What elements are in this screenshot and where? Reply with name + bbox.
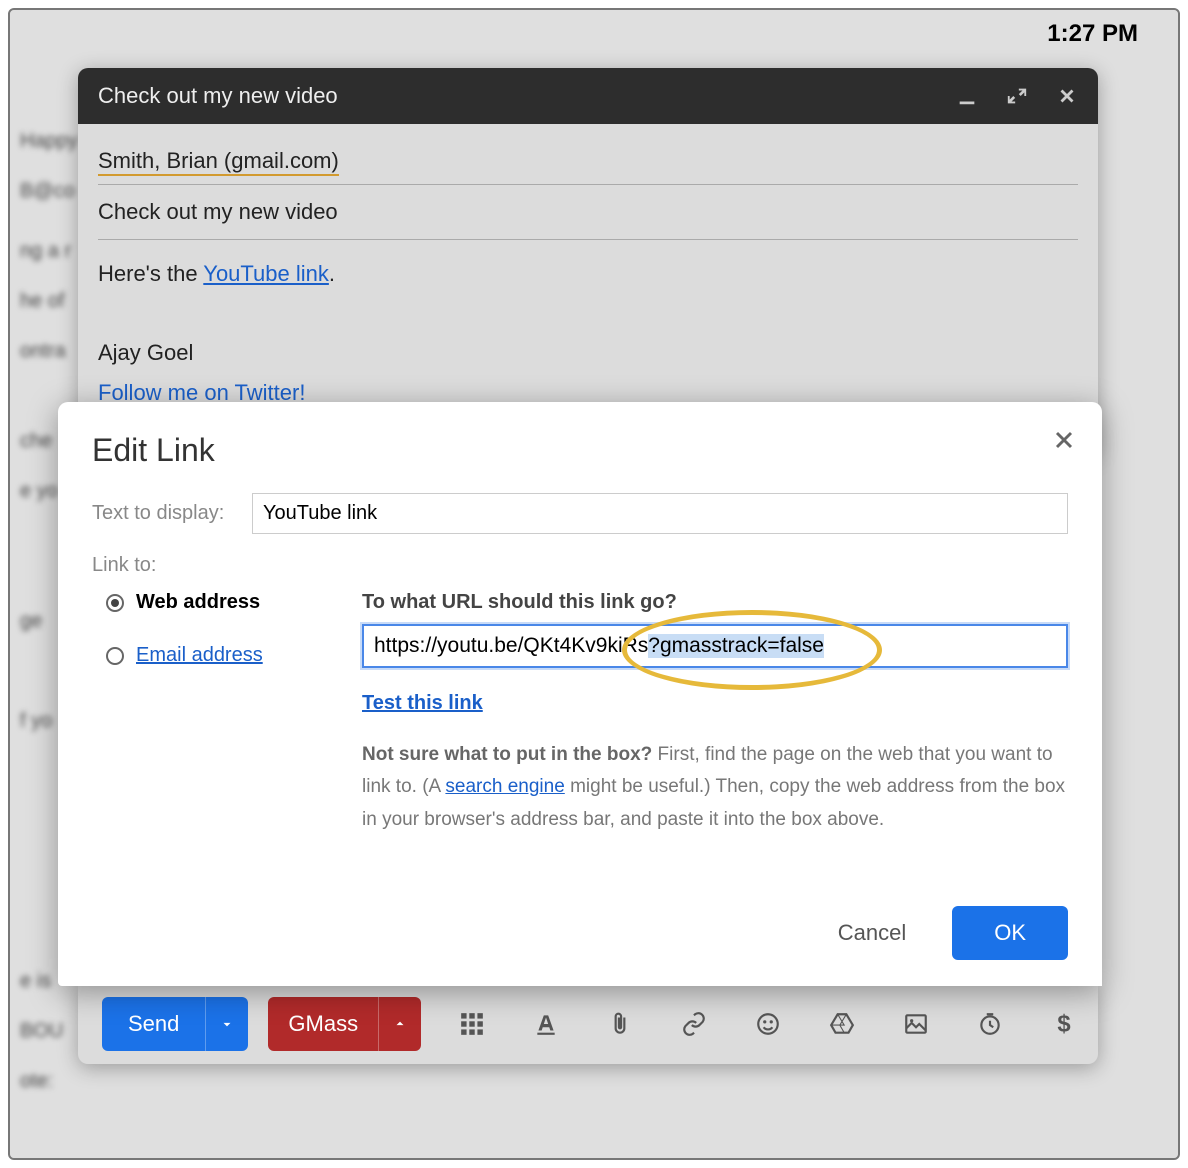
attachment-icon[interactable] — [607, 1011, 633, 1037]
signature-name: Ajay Goel — [98, 340, 193, 365]
gmass-button[interactable]: GMass — [268, 997, 378, 1051]
radio-web-label: Web address — [136, 591, 260, 614]
drive-icon[interactable] — [829, 1011, 855, 1037]
emoji-icon[interactable] — [755, 1011, 781, 1037]
app-frame: Happy B@co ng a r he of ontra che e yo g… — [8, 8, 1180, 1160]
subject-field[interactable]: Check out my new video — [98, 185, 1078, 240]
text-to-display-input[interactable] — [252, 493, 1068, 534]
radio-email-address[interactable]: Email address — [92, 644, 362, 667]
dialog-title: Edit Link — [92, 432, 1068, 469]
send-button-group: Send — [102, 997, 248, 1051]
radio-icon — [106, 647, 124, 665]
text-to-display-label: Text to display: — [92, 502, 252, 525]
radio-email-label: Email address — [136, 644, 263, 667]
radio-web-address[interactable]: Web address — [92, 591, 362, 614]
url-input[interactable] — [362, 624, 1068, 668]
bg-text: che — [20, 430, 52, 453]
bg-text: he of — [20, 290, 64, 313]
bg-text: ote: — [20, 1070, 53, 1093]
gmass-more-button[interactable] — [378, 997, 421, 1051]
bg-text: B@co — [20, 180, 75, 203]
format-text-icon[interactable] — [533, 1011, 559, 1037]
edit-link-dialog: Edit Link Text to display: Link to: Web … — [58, 402, 1102, 986]
close-icon[interactable] — [1050, 426, 1078, 454]
to-field[interactable]: Smith, Brian (gmail.com) — [98, 138, 1078, 185]
cancel-button[interactable]: Cancel — [820, 910, 924, 956]
body-text: . — [329, 261, 335, 286]
dollar-icon[interactable]: $ — [1051, 1011, 1077, 1037]
link-icon[interactable] — [681, 1011, 707, 1037]
bg-text: BOU — [20, 1020, 63, 1043]
image-icon[interactable] — [903, 1011, 929, 1037]
bg-text: ng a r — [20, 240, 71, 263]
minimize-icon[interactable] — [956, 85, 978, 107]
body-text: Here's the — [98, 261, 203, 286]
bg-text: ontra — [20, 340, 66, 363]
test-this-link[interactable]: Test this link — [362, 692, 483, 715]
compose-window: Check out my new video Smith, Brian (gma… — [78, 68, 1098, 456]
email-body[interactable]: Here's the YouTube link. Ajay Goel Follo… — [98, 240, 1078, 426]
compose-header[interactable]: Check out my new video — [78, 68, 1098, 124]
compose-toolbar: Send GMass $ — [78, 984, 1098, 1064]
bg-text: e yo — [20, 480, 58, 503]
link-to-label: Link to: — [92, 554, 1068, 577]
send-more-button[interactable] — [205, 997, 248, 1051]
close-icon[interactable] — [1056, 85, 1078, 107]
help-text: Not sure what to put in the box? First, … — [362, 739, 1068, 836]
recipient-chip[interactable]: Smith, Brian (gmail.com) — [98, 148, 339, 176]
ok-button[interactable]: OK — [952, 906, 1068, 960]
clock-time: 1:27 PM — [1047, 20, 1138, 48]
svg-text:$: $ — [1057, 1011, 1070, 1037]
grid-icon[interactable] — [459, 1011, 485, 1037]
expand-icon[interactable] — [1006, 85, 1028, 107]
send-button[interactable]: Send — [102, 997, 205, 1051]
gmass-button-group: GMass — [268, 997, 421, 1051]
compose-title: Check out my new video — [98, 83, 956, 109]
bg-text: e is — [20, 970, 51, 993]
youtube-link[interactable]: YouTube link — [203, 261, 329, 286]
radio-icon — [106, 594, 124, 612]
bg-text: Happy — [20, 130, 78, 153]
schedule-icon[interactable] — [977, 1011, 1003, 1037]
bg-text: ge — [20, 610, 42, 633]
url-question-label: To what URL should this link go? — [362, 591, 1068, 614]
bg-text: f yo — [20, 710, 52, 733]
search-engine-link[interactable]: search engine — [445, 776, 564, 797]
help-bold: Not sure what to put in the box? — [362, 744, 652, 765]
